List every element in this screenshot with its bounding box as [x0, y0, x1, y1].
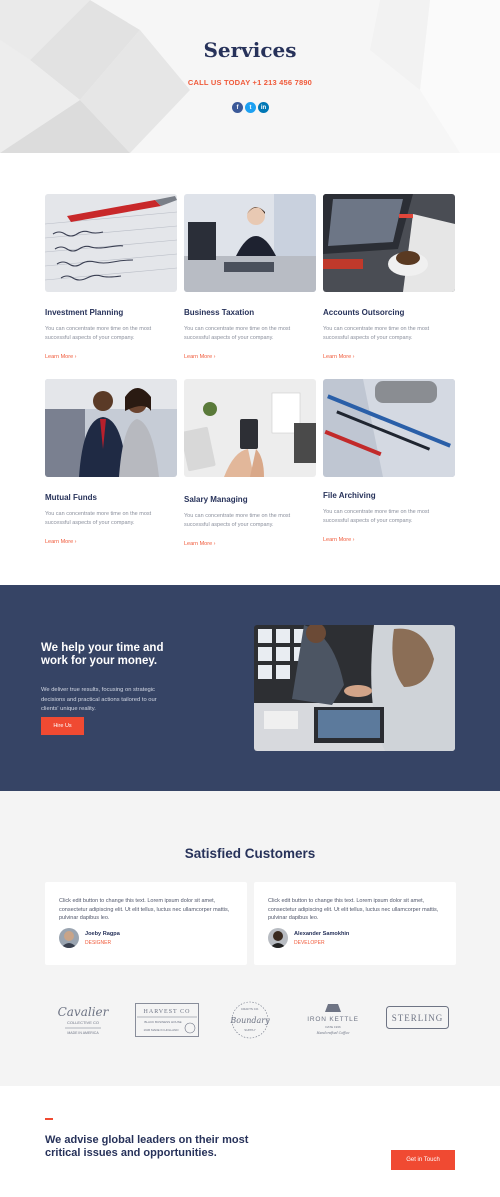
promo-title: We help your time and work for your mone… [41, 642, 164, 668]
service-image-investment [45, 194, 177, 292]
boundary-logo: CRAFTS CO. Boundary SUPPLY [228, 1000, 272, 1040]
sterling-logo: STERLING [386, 1006, 449, 1030]
hire-us-button[interactable]: Hire Us [41, 717, 84, 735]
service-title: Business Taxation [184, 308, 255, 317]
service-text: You can concentrate more time on the mos… [184, 513, 291, 528]
service-text: You can concentrate more time on the mos… [323, 509, 430, 524]
service-image-salary [184, 379, 316, 477]
facebook-icon[interactable]: f [232, 102, 243, 113]
avatar [268, 928, 288, 948]
svg-text:BLACK BUSINESS HOUSE: BLACK BUSINESS HOUSE [144, 1020, 181, 1024]
testimonials-section: Satisfied Customers Click edit button to… [0, 791, 500, 1086]
linkedin-icon[interactable]: in [258, 102, 269, 113]
testimonial-quote: Click edit button to change this text. L… [268, 898, 439, 922]
harvest-co-logo: HARVEST CO BLACK BUSINESS HOUSE 1936 MAD… [135, 1003, 199, 1037]
service-image-taxation [184, 194, 316, 292]
cta-section: We advise global leaders on their most c… [0, 1086, 500, 1197]
iron-kettle-logo: IRON KETTLE DATE 1936 Handcrafted Coffee [302, 1000, 364, 1040]
service-card: Mutual Funds You can concentrate more ti… [45, 379, 177, 548]
service-card: Investment Planning You can concentrate … [45, 194, 177, 363]
service-card: Business Taxation You can concentrate mo… [184, 194, 316, 363]
service-image-archiving [323, 379, 455, 477]
promo-text: We deliver true results, focusing on str… [41, 687, 157, 713]
svg-text:CRAFTS CO.: CRAFTS CO. [241, 1007, 259, 1011]
hero-section: Services CALL US TODAY +1 213 456 7890 f… [0, 0, 500, 153]
svg-text:SUPPLY: SUPPLY [244, 1028, 256, 1032]
svg-text:Boundary: Boundary [229, 1016, 270, 1025]
accent-dash [45, 1118, 53, 1120]
call-us-text: CALL US TODAY +1 213 456 7890 [187, 78, 313, 87]
service-title: Investment Planning [45, 308, 124, 317]
service-card: Salary Managing You can concentrate more… [184, 379, 316, 550]
handshake-photo [254, 625, 455, 751]
svg-text:1936 MADE IN HOLLAND: 1936 MADE IN HOLLAND [143, 1028, 179, 1032]
cavalier-logo: Cavalier COLLECTIVE CO MADE IN AMERICA [55, 1003, 111, 1039]
page-title: Services [203, 38, 297, 62]
learn-more-link[interactable]: Learn More › [45, 539, 77, 545]
learn-more-link[interactable]: Learn More › [323, 354, 355, 360]
hero-background-pattern [0, 0, 500, 153]
svg-text:Cavalier: Cavalier [58, 1005, 110, 1019]
service-text: You can concentrate more time on the mos… [45, 511, 152, 526]
learn-more-link[interactable]: Learn More › [323, 537, 355, 543]
testimonial-card: Click edit button to change this text. L… [254, 882, 456, 965]
testimonial-role: DESIGNER [85, 940, 112, 946]
avatar [59, 928, 79, 948]
svg-text:Handcrafted Coffee: Handcrafted Coffee [316, 1031, 350, 1035]
cta-title: We advise global leaders on their most c… [45, 1134, 249, 1159]
svg-text:HARVEST CO: HARVEST CO [144, 1009, 191, 1015]
service-title: File Archiving [323, 491, 376, 500]
get-in-touch-button[interactable]: Get in Touch [391, 1150, 455, 1170]
client-logos: Cavalier COLLECTIVE CO MADE IN AMERICA H… [0, 998, 500, 1043]
learn-more-link[interactable]: Learn More › [45, 354, 77, 360]
svg-text:DATE 1936: DATE 1936 [325, 1025, 341, 1029]
service-image-mutual-funds [45, 379, 177, 477]
service-image-accounts [323, 194, 455, 292]
testimonials-title: Satisfied Customers [184, 846, 316, 861]
service-text: You can concentrate more time on the mos… [184, 326, 291, 341]
promo-section: We help your time and work for your mone… [0, 585, 500, 791]
service-title: Mutual Funds [45, 493, 97, 502]
svg-text:STERLING: STERLING [392, 1013, 444, 1023]
service-title: Salary Managing [184, 495, 248, 504]
service-title: Accounts Outsorcing [323, 308, 405, 317]
learn-more-link[interactable]: Learn More › [184, 541, 216, 547]
testimonial-role: DEVELOPER [294, 940, 325, 946]
testimonial-name: Joeby Ragpa [85, 931, 120, 937]
service-text: You can concentrate more time on the mos… [323, 326, 430, 341]
learn-more-link[interactable]: Learn More › [184, 354, 216, 360]
svg-text:COLLECTIVE CO: COLLECTIVE CO [67, 1020, 99, 1025]
svg-text:MADE IN AMERICA: MADE IN AMERICA [67, 1031, 99, 1035]
svg-text:IRON KETTLE: IRON KETTLE [307, 1016, 358, 1023]
social-links: f t in [232, 102, 269, 113]
testimonial-name: Alexander Samokhin [294, 931, 350, 937]
service-card: Accounts Outsorcing You can concentrate … [323, 194, 455, 363]
testimonial-card: Click edit button to change this text. L… [45, 882, 247, 965]
service-text: You can concentrate more time on the mos… [45, 326, 152, 341]
service-card: File Archiving You can concentrate more … [323, 379, 455, 546]
services-grid: Investment Planning You can concentrate … [0, 153, 500, 585]
testimonial-quote: Click edit button to change this text. L… [59, 898, 230, 922]
twitter-icon[interactable]: t [245, 102, 256, 113]
